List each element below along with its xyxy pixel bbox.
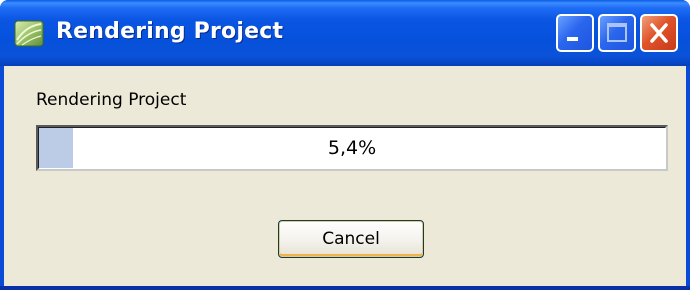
window-title: Rendering Project — [56, 19, 284, 44]
maximize-button[interactable] — [598, 14, 636, 52]
dialog-body: Rendering Project 5,4% Cancel — [4, 66, 686, 286]
render-progress-window: Rendering Project Rendering Project 5,4% — [0, 0, 690, 290]
minimize-button[interactable] — [556, 14, 594, 52]
cancel-button[interactable]: Cancel — [278, 220, 424, 258]
maximize-icon — [607, 23, 627, 42]
title-bar[interactable]: Rendering Project — [0, 0, 690, 66]
close-button[interactable] — [640, 14, 678, 52]
close-icon — [650, 23, 668, 43]
app-leaf-icon — [14, 20, 44, 47]
window-bottom-border — [0, 286, 690, 290]
progress-label: Rendering Project — [36, 90, 187, 110]
progress-track: 5,4% — [38, 127, 666, 169]
progress-percent-text: 5,4% — [327, 137, 377, 159]
progress-bar: 5,4% — [36, 125, 668, 171]
minimize-icon — [567, 37, 578, 41]
